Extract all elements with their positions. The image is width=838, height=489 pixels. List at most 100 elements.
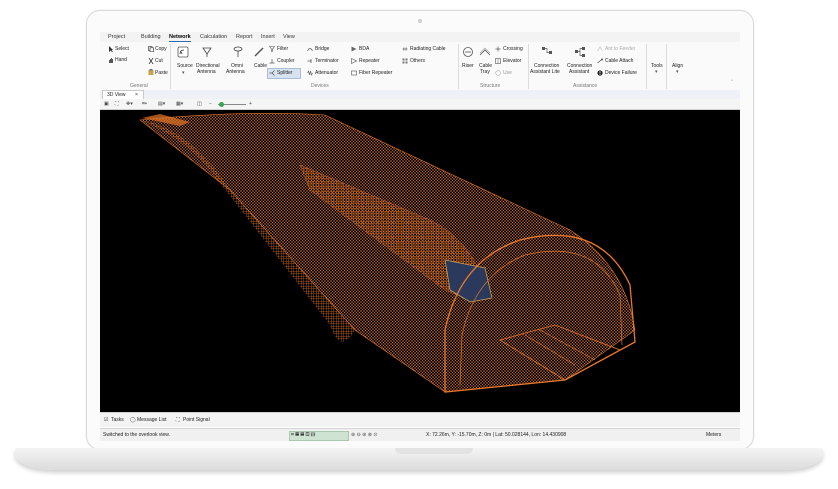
splitter-icon [269, 70, 275, 76]
menu-insert[interactable]: Insert [261, 33, 275, 41]
3d-viewport[interactable] [100, 110, 740, 412]
zoom-out-icon[interactable]: − [209, 101, 212, 107]
filter-button[interactable]: Filter [277, 46, 288, 52]
cursor-icon [109, 46, 113, 52]
crossing-button[interactable]: Crossing [503, 46, 523, 52]
cable-tray-icon [479, 47, 491, 56]
cable-button[interactable]: Cable [254, 63, 267, 69]
device-failure-icon [597, 70, 603, 76]
paste-button[interactable]: Paste [155, 70, 168, 76]
message-list-tab[interactable]: Message List [137, 417, 166, 423]
group-assistance-label: Assistance [573, 83, 598, 89]
radiating-cable-button[interactable]: Radiating Cable [410, 46, 446, 52]
copy-button[interactable]: Copy [155, 46, 167, 52]
directional-antenna-label: Antenna [197, 69, 216, 75]
ribbon-separator [458, 44, 459, 89]
checkbox-icon[interactable]: ☑ [104, 417, 108, 423]
tab-label: 3D View [107, 92, 126, 98]
collapse-ribbon-icon[interactable]: ˆ [731, 80, 733, 86]
ribbon-separator [528, 44, 529, 89]
coupler-button[interactable]: Coupler [277, 58, 295, 64]
group-general-label: General [130, 83, 148, 89]
zoom-controls[interactable]: ⊕ ⊖ ⊕ ⊗ ⊙ [351, 432, 378, 438]
laptop-base [15, 448, 823, 470]
menu-report[interactable]: Report [236, 33, 253, 41]
chevron-down-icon: ▾ [655, 69, 658, 75]
close-icon[interactable]: × [135, 92, 138, 98]
copy-icon [148, 46, 154, 52]
omni-antenna-icon [233, 46, 243, 57]
hand-icon [109, 58, 113, 63]
bda-button[interactable]: BDA [359, 46, 369, 52]
menu-calculation[interactable]: Calculation [200, 33, 227, 41]
view-reset-icon[interactable]: ▣ [104, 101, 109, 107]
terminator-button[interactable]: Terminator [315, 58, 339, 64]
view-toolbar: ▣ ⛶ ✥▾ ⌗▾ ▤▾ ▦▾ ◫ − + [100, 99, 740, 110]
coupler-icon [269, 59, 275, 64]
device-failure-button[interactable]: Device Failure [605, 70, 637, 76]
grid-icon[interactable]: ▦▾ [176, 101, 183, 107]
bridge-button[interactable]: Bridge [315, 46, 329, 52]
camera-icon[interactable]: ⌗▾ [142, 101, 147, 107]
menu-project[interactable]: Project [108, 33, 125, 41]
move-icon[interactable]: ✥▾ [126, 101, 133, 107]
point-signal-tab[interactable]: Point Signal [183, 417, 210, 423]
menu-view[interactable]: View [283, 33, 295, 41]
riser-icon [463, 47, 473, 57]
cable-attach-icon [597, 58, 603, 64]
menu-building[interactable]: Building [141, 33, 161, 41]
scissors-icon [148, 58, 154, 64]
attenuator-icon [307, 70, 313, 76]
ant-to-feeder-button[interactable]: Ant to Feeder [605, 46, 635, 52]
directional-antenna-icon [202, 47, 212, 57]
terminator-icon [307, 59, 312, 63]
group-structure-label: Structure [480, 83, 501, 89]
hand-button[interactable]: Hand [115, 57, 127, 63]
connection-assistant-label: Assistant [569, 69, 590, 75]
menu-network[interactable]: Network [169, 33, 191, 42]
zoom-in-icon[interactable]: + [249, 101, 252, 107]
view-mode-icons[interactable]: ⌗ ▦ ▤ ▧ ▨ [291, 432, 315, 438]
units-label: Meters [706, 432, 722, 438]
fiber-repeater-button[interactable]: Fiber Repeater [359, 70, 392, 76]
others-icon [402, 58, 408, 64]
elevator-icon [495, 58, 501, 64]
webcam [418, 19, 422, 23]
use-button[interactable]: Use [503, 70, 512, 76]
ant-to-feeder-icon [597, 46, 603, 52]
zoom-slider-handle[interactable] [219, 102, 224, 107]
status-message: Switched to the overlook view. [103, 432, 170, 438]
bridge-icon [307, 48, 313, 52]
cut-button[interactable]: Cut [155, 58, 163, 64]
omni-antenna-label: Antenna [226, 69, 245, 75]
message-icon: ◯ [130, 417, 136, 423]
coordinates-readout: X: 72.26m, Y: -15.70m, Z: 0m | Lat: 50.0… [426, 432, 567, 438]
riser-button[interactable]: Riser [462, 63, 474, 69]
source-button[interactable]: Source [177, 63, 193, 69]
connection-assistant-lite-icon [542, 47, 552, 54]
use-icon [495, 70, 501, 76]
elevator-button[interactable]: Elevator [503, 58, 521, 64]
fit-view-icon[interactable]: ⛶ [115, 101, 119, 107]
laptop-notch [395, 448, 473, 454]
cable-attach-button[interactable]: Cable Attach [605, 58, 633, 64]
others-button[interactable]: Others [410, 58, 425, 64]
cable-tray-label: Tray [480, 69, 490, 75]
render-icon[interactable]: ◫ [197, 101, 202, 107]
chevron-down-icon: ▾ [676, 69, 679, 75]
tasks-tab[interactable]: Tasks [111, 417, 124, 423]
paste-icon [148, 69, 154, 75]
tunnel-body [139, 113, 636, 393]
select-button[interactable]: Select [115, 46, 129, 52]
attenuator-button[interactable]: Attenuator [315, 70, 338, 76]
ribbon: Select Hand Copy Cut Paste General Sourc… [100, 42, 740, 91]
app-window: Project Building Network Calculation Rep… [100, 32, 740, 441]
crossing-icon [495, 46, 501, 52]
layers-icon[interactable]: ▤▾ [158, 101, 165, 107]
ribbon-separator [646, 44, 647, 89]
filter-icon [269, 46, 275, 52]
tunnel-scene [139, 113, 636, 393]
splitter-button[interactable]: Splitter [277, 70, 293, 76]
ribbon-separator [666, 44, 667, 89]
repeater-button[interactable]: Repeater [359, 58, 380, 64]
